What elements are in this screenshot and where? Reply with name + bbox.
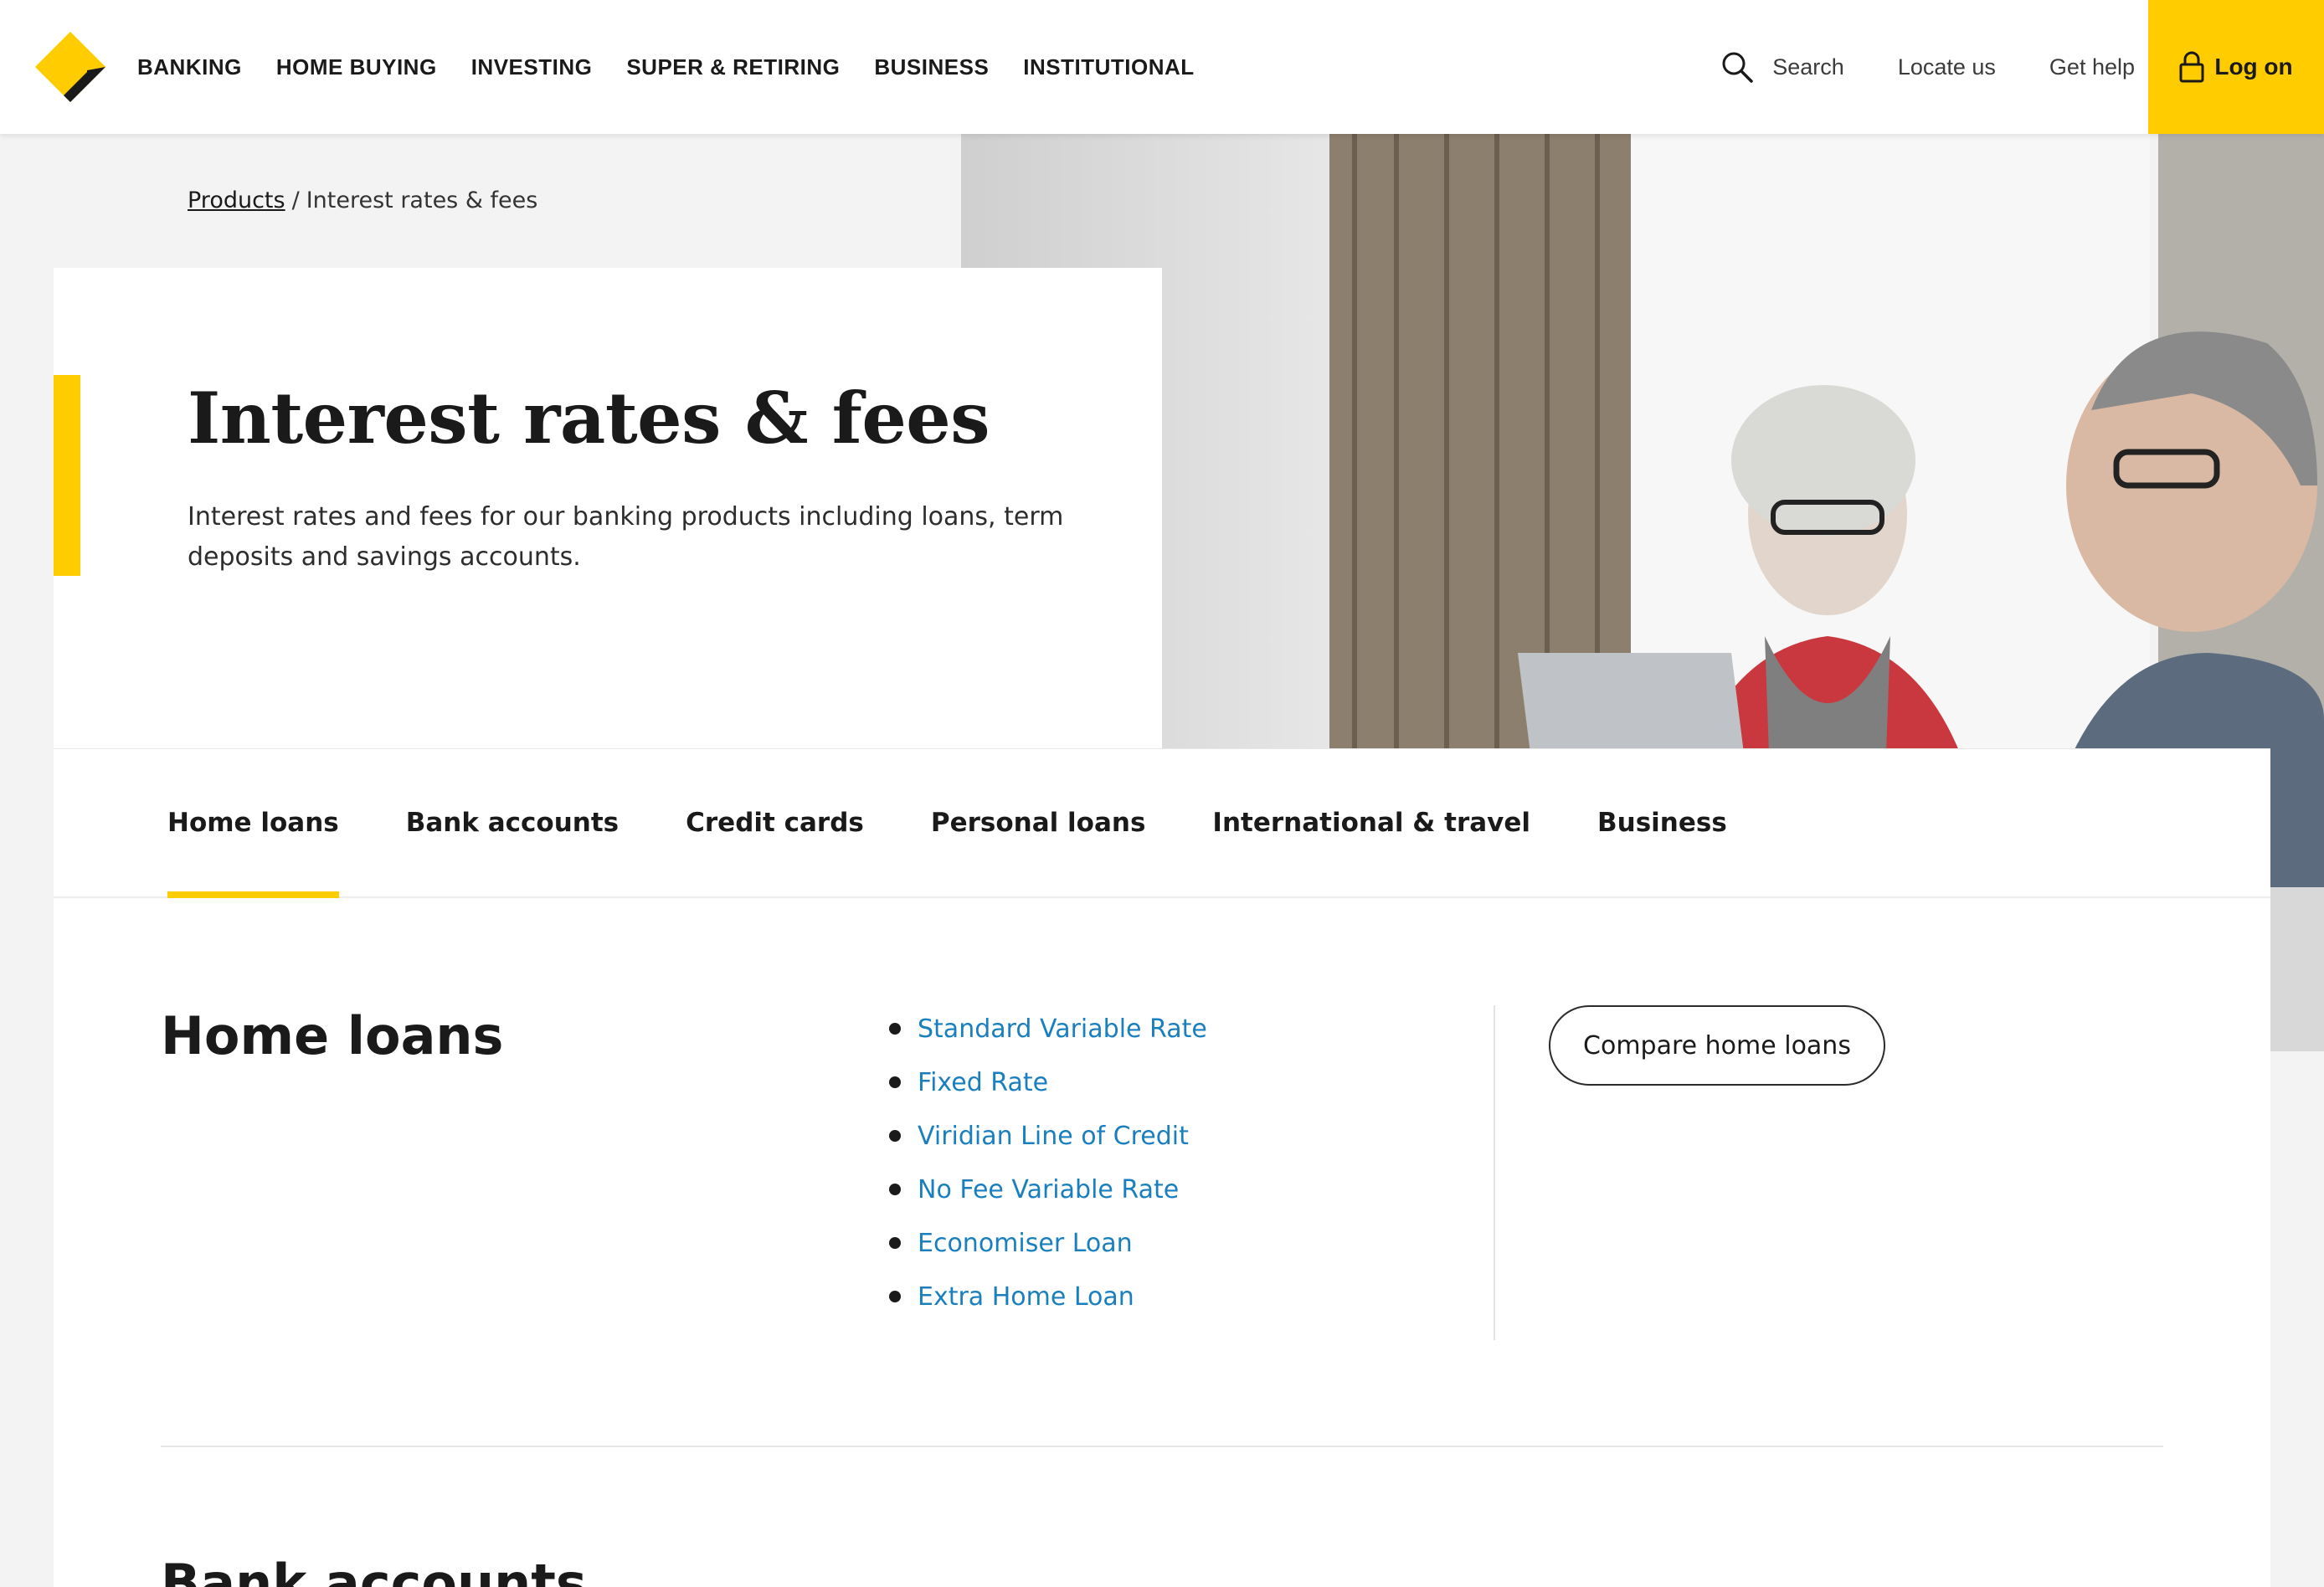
list-item: Standard Variable Rate — [889, 1002, 1207, 1055]
tab-business[interactable]: Business — [1597, 749, 1727, 896]
breadcrumb-separator: / — [291, 187, 300, 213]
section-title-home-loans: Home loans — [161, 1005, 504, 1066]
link-viridian-line-of-credit[interactable]: Viridian Line of Credit — [918, 1122, 1189, 1151]
bullet-icon — [889, 1291, 901, 1302]
link-fixed-rate[interactable]: Fixed Rate — [918, 1068, 1048, 1097]
page-title: Interest rates & fees — [188, 377, 990, 460]
vertical-divider — [1494, 1005, 1495, 1340]
nav-super-retiring[interactable]: SUPER & RETIRING — [626, 54, 840, 80]
tab-home-loans[interactable]: Home loans — [167, 749, 339, 898]
hero-card: Interest rates & fees Interest rates and… — [54, 268, 1162, 748]
home-loan-rate-links: Standard Variable Rate Fixed Rate Viridi… — [889, 1002, 1207, 1323]
breadcrumb-products-link[interactable]: Products — [188, 187, 285, 213]
search-button[interactable]: Search — [1720, 50, 1844, 84]
list-item: Extra Home Loan — [889, 1270, 1207, 1323]
bullet-icon — [889, 1023, 901, 1035]
link-standard-variable-rate[interactable]: Standard Variable Rate — [918, 1014, 1207, 1044]
tab-international-travel[interactable]: International & travel — [1212, 749, 1530, 896]
bullet-icon — [889, 1237, 901, 1249]
log-on-button[interactable]: Log on — [2148, 0, 2324, 134]
link-no-fee-variable-rate[interactable]: No Fee Variable Rate — [918, 1175, 1179, 1204]
list-item: Economiser Loan — [889, 1216, 1207, 1270]
bank-logo-icon[interactable] — [35, 32, 105, 102]
list-item: No Fee Variable Rate — [889, 1163, 1207, 1216]
nav-business[interactable]: BUSINESS — [874, 54, 989, 80]
locate-us-link[interactable]: Locate us — [1898, 54, 1996, 80]
compare-home-loans-button[interactable]: Compare home loans — [1549, 1005, 1885, 1086]
bullet-icon — [889, 1130, 901, 1142]
tab-credit-cards[interactable]: Credit cards — [686, 749, 864, 896]
main-navigation: BANKING HOME BUYING INVESTING SUPER & RE… — [137, 0, 1229, 134]
site-header: BANKING HOME BUYING INVESTING SUPER & RE… — [0, 0, 2324, 134]
nav-institutional[interactable]: INSTITUTIONAL — [1023, 54, 1194, 80]
section-divider — [161, 1446, 2163, 1447]
content-card: Home loans Bank accounts Credit cards Pe… — [54, 748, 2270, 1587]
nav-home-buying[interactable]: HOME BUYING — [276, 54, 437, 80]
tab-bank-accounts[interactable]: Bank accounts — [406, 749, 619, 896]
list-item: Fixed Rate — [889, 1055, 1207, 1109]
bullet-icon — [889, 1184, 901, 1195]
list-item: Viridian Line of Credit — [889, 1109, 1207, 1163]
log-on-label: Log on — [2214, 54, 2293, 80]
get-help-link[interactable]: Get help — [2049, 54, 2135, 80]
breadcrumb: Products / Interest rates & fees — [188, 187, 537, 213]
link-extra-home-loan[interactable]: Extra Home Loan — [918, 1282, 1134, 1312]
bullet-icon — [889, 1076, 901, 1088]
page-description: Interest rates and fees for our banking … — [188, 502, 1064, 572]
nav-investing[interactable]: INVESTING — [471, 54, 593, 80]
product-tabs: Home loans Bank accounts Credit cards Pe… — [54, 749, 2270, 898]
search-label: Search — [1772, 54, 1844, 80]
tab-personal-loans[interactable]: Personal loans — [931, 749, 1146, 896]
search-icon — [1720, 50, 1754, 84]
nav-banking[interactable]: BANKING — [137, 54, 242, 80]
breadcrumb-current: Interest rates & fees — [306, 187, 538, 213]
link-economiser-loan[interactable]: Economiser Loan — [918, 1229, 1133, 1258]
section-title-bank-accounts: Bank accounts — [161, 1553, 587, 1587]
hero-accent-bar — [54, 375, 80, 576]
utility-navigation: Search Locate us Get help — [1667, 0, 2135, 134]
lock-icon — [2179, 51, 2204, 83]
